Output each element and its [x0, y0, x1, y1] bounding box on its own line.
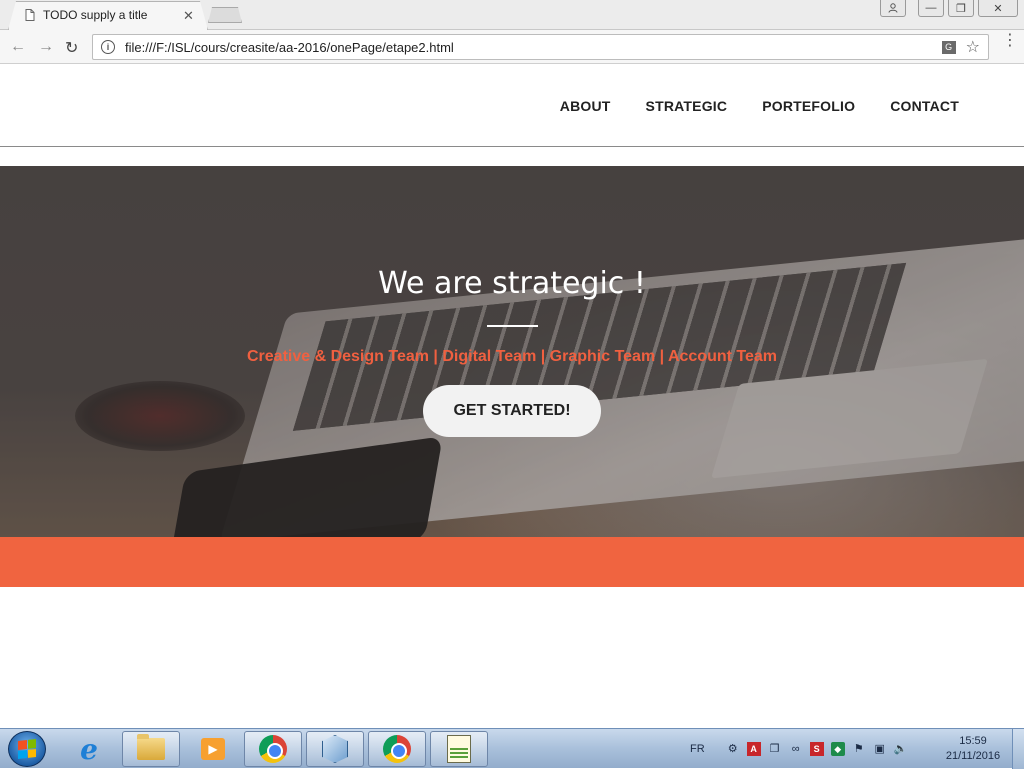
show-desktop-button[interactable] [1012, 729, 1024, 769]
clock-date: 21/11/2016 [945, 750, 1001, 762]
language-indicator[interactable]: FR [690, 743, 705, 755]
close-window-button[interactable]: ✕ [978, 0, 1018, 17]
minimize-button[interactable]: — [918, 0, 944, 17]
nav-link-strategic[interactable]: STRATEGIC [646, 98, 728, 114]
shield-icon[interactable]: ◆ [830, 742, 845, 756]
translate-icon[interactable]: G [941, 40, 956, 54]
taskbar: e ▶ FR ⚙ A ❐ ∞ S ◆ ⚑ ▣ 🔈 15:59 21/11/201… [0, 728, 1024, 769]
site-nav: ABOUT STRATEGIC PORTEFOLIO CONTACT [560, 98, 959, 114]
internet-explorer-icon[interactable]: e [60, 731, 118, 767]
nav-link-about[interactable]: ABOUT [560, 98, 611, 114]
hero-teams-text: Creative & Design Team | Digital Team | … [246, 348, 777, 365]
window-controls: — ❐ ✕ [880, 0, 1018, 17]
clock[interactable]: 15:59 21/11/2016 [938, 734, 1008, 764]
acrobat-icon[interactable]: A [746, 742, 761, 756]
web-page: ABOUT STRATEGIC PORTEFOLIO CONTACT We ar… [0, 65, 1024, 728]
new-tab-button[interactable] [208, 7, 242, 23]
tab-close-icon[interactable]: ✕ [183, 8, 194, 24]
system-tray: FR ⚙ A ❐ ∞ S ◆ ⚑ ▣ 🔈 [690, 729, 908, 769]
sw-icon[interactable]: S [809, 742, 824, 756]
get-started-button[interactable]: GET STARTED! [423, 385, 601, 437]
clock-time: 15:59 [959, 735, 987, 747]
windows-logo-icon [18, 739, 36, 759]
url-text[interactable]: file:///F:/ISL/cours/creasite/aa-2016/on… [125, 40, 942, 55]
reload-icon[interactable]: ↻ [65, 38, 78, 58]
chrome-icon[interactable] [244, 731, 302, 767]
nav-link-contact[interactable]: CONTACT [890, 98, 959, 114]
address-bar[interactable]: i file:///F:/ISL/cours/creasite/aa-2016/… [92, 34, 989, 60]
start-button[interactable] [8, 731, 46, 767]
browser-tab[interactable]: TODO supply a title ✕ [8, 1, 208, 30]
network-icon[interactable]: ⚙ [726, 742, 740, 756]
maximize-button[interactable]: ❐ [948, 0, 974, 17]
link-icon[interactable]: ∞ [789, 742, 803, 756]
copy-icon[interactable]: ❐ [768, 742, 782, 756]
browser-menu-icon[interactable]: ⋮ [1002, 33, 1018, 49]
browser-toolbar: ← → ↻ i file:///F:/ISL/cours/creasite/aa… [0, 30, 1024, 64]
tab-title: TODO supply a title [43, 8, 148, 22]
nav-link-portefolio[interactable]: PORTEFOLIO [762, 98, 855, 114]
display-icon[interactable]: ▣ [873, 742, 887, 756]
forward-arrow-icon[interactable]: → [38, 38, 54, 56]
user-profile-icon[interactable] [880, 0, 906, 17]
bookmark-star-icon[interactable]: ☆ [966, 37, 980, 57]
virtualbox-icon[interactable] [306, 731, 364, 767]
media-player-icon[interactable]: ▶ [184, 731, 242, 767]
browser-tab-bar: TODO supply a title ✕ — ❐ ✕ [0, 0, 1024, 30]
site-info-icon[interactable]: i [101, 40, 115, 54]
site-header: ABOUT STRATEGIC PORTEFOLIO CONTACT [0, 65, 1024, 147]
file-explorer-icon[interactable] [122, 731, 180, 767]
flag-icon[interactable]: ⚑ [852, 742, 866, 756]
accent-band [0, 537, 1024, 587]
hero-title: We are strategic ! [378, 266, 646, 301]
page-icon [25, 9, 35, 21]
volume-icon[interactable]: 🔈 [894, 742, 908, 756]
chrome-icon[interactable] [368, 731, 426, 767]
hero-divider [487, 325, 538, 327]
hero-section: We are strategic ! Creative & Design Tea… [0, 166, 1024, 537]
notepad-plus-plus-icon[interactable] [430, 731, 488, 767]
back-arrow-icon[interactable]: ← [10, 38, 26, 56]
